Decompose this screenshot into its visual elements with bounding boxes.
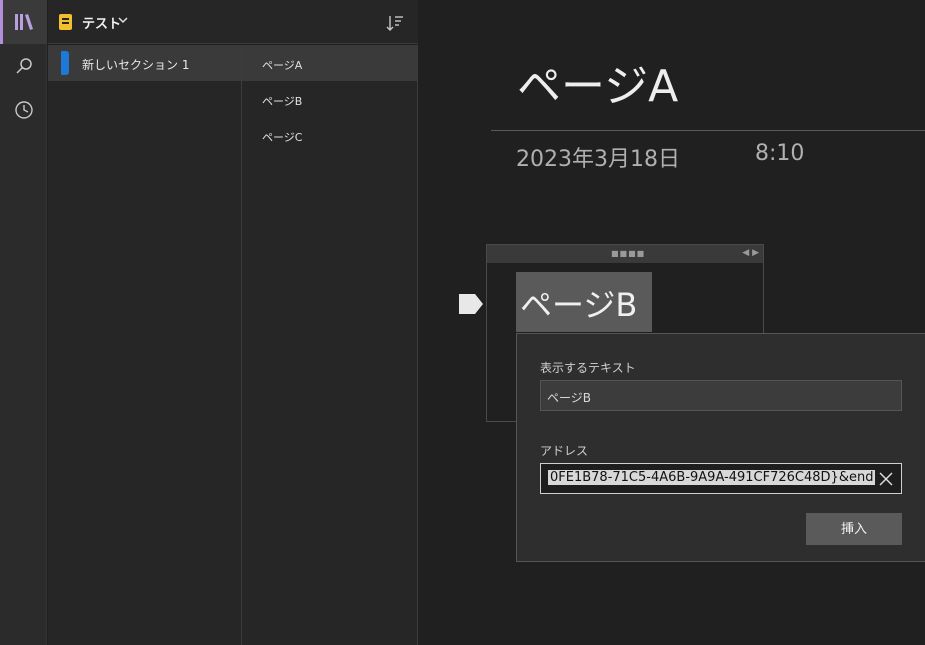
title-divider: [491, 130, 925, 131]
close-icon[interactable]: [878, 471, 894, 487]
search-icon: [15, 58, 32, 74]
section-list: 新しいセクション 1: [48, 45, 242, 645]
page-title[interactable]: ページA: [517, 50, 678, 114]
drag-dots-icon: ■■■■: [611, 249, 646, 258]
page-label: ページC: [262, 131, 303, 144]
notebooks-icon: [14, 14, 33, 30]
page-time: 8:10: [755, 141, 805, 166]
navigation-rail: [0, 0, 47, 645]
insert-button[interactable]: 挿入: [806, 513, 902, 545]
notebook-icon: [59, 14, 72, 30]
section-label: 新しいセクション 1: [82, 58, 190, 72]
recent-icon: [14, 101, 33, 119]
resize-arrows-icon[interactable]: ◀ ▶: [742, 248, 759, 258]
display-text-field[interactable]: ページB: [540, 380, 902, 411]
address-value: 0FE1B78-71C5-4A6B-9A9A-491CF726C48D}&end: [548, 470, 876, 485]
note-drag-handle[interactable]: ■■■■ ◀ ▶: [487, 245, 763, 263]
notebooks-button[interactable]: [0, 0, 47, 44]
page-date: 2023年3月18日: [516, 147, 680, 172]
display-text-label: 表示するテキスト: [540, 361, 636, 375]
section-item[interactable]: 新しいセクション 1: [48, 45, 241, 81]
page-list: ページA ページB ページC: [242, 45, 418, 645]
paragraph-tag-icon[interactable]: [458, 293, 484, 315]
chevron-down-icon: [118, 17, 128, 24]
page-item-b[interactable]: ページB: [242, 81, 418, 117]
address-field[interactable]: 0FE1B78-71C5-4A6B-9A9A-491CF726C48D}&end: [540, 463, 902, 494]
recent-button[interactable]: [0, 88, 47, 132]
notebook-name: テスト: [82, 17, 122, 32]
page-canvas[interactable]: ページA 2023年3月18日 8:10 ■■■■ ◀ ▶ ページB 表示するテ…: [419, 0, 925, 645]
notebook-header: テスト: [48, 0, 418, 44]
sort-button[interactable]: [385, 13, 405, 33]
page-item-c[interactable]: ページC: [242, 117, 418, 153]
page-item-a[interactable]: ページA: [242, 45, 418, 81]
notebook-switcher[interactable]: テスト: [48, 0, 138, 44]
page-label: ページB: [262, 95, 303, 108]
link-dialog: 表示するテキスト ページB アドレス 0FE1B78-71C5-4A6B-9A9…: [516, 333, 925, 562]
section-color-tab: [61, 51, 69, 75]
search-button[interactable]: [0, 44, 47, 88]
sort-icon: [386, 16, 403, 31]
page-label: ページA: [262, 59, 303, 72]
link-text[interactable]: ページB: [516, 272, 652, 332]
address-label: アドレス: [540, 444, 589, 458]
